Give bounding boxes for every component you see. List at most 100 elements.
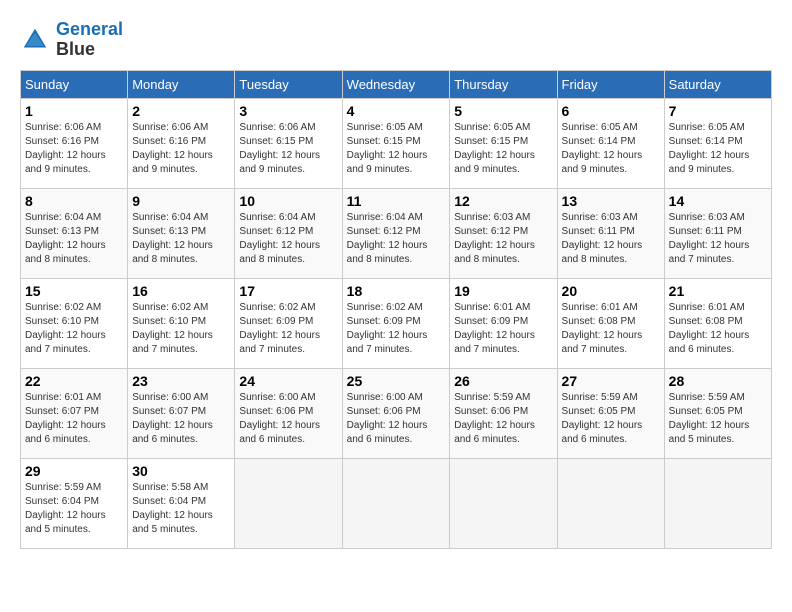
calendar-cell: 15 Sunrise: 6:02 AMSunset: 6:10 PMDayligh… — [21, 278, 128, 368]
day-info: Sunrise: 6:01 AMSunset: 6:07 PMDaylight:… — [25, 392, 106, 445]
calendar-cell: 14 Sunrise: 6:03 AMSunset: 6:11 PMDayligh… — [664, 188, 771, 278]
day-info: Sunrise: 6:02 AMSunset: 6:10 PMDaylight:… — [25, 302, 106, 355]
day-info: Sunrise: 5:59 AMSunset: 6:04 PMDaylight:… — [25, 482, 106, 535]
day-info: Sunrise: 6:01 AMSunset: 6:08 PMDaylight:… — [669, 302, 750, 355]
calendar-cell: 29 Sunrise: 5:59 AMSunset: 6:04 PMDayligh… — [21, 458, 128, 548]
day-number: 12 — [454, 193, 552, 209]
calendar-cell: 11Sunrise: 6:04 AMSunset: 6:12 PMDayligh… — [342, 188, 450, 278]
calendar-cell: 3 Sunrise: 6:06 AMSunset: 6:15 PMDaylight… — [235, 98, 342, 188]
day-number: 19 — [454, 283, 552, 299]
day-number: 1 — [25, 103, 123, 119]
calendar-cell: 10 Sunrise: 6:04 AMSunset: 6:12 PMDayligh… — [235, 188, 342, 278]
day-number: 8 — [25, 193, 123, 209]
calendar-cell: 6 Sunrise: 6:05 AMSunset: 6:14 PMDaylight… — [557, 98, 664, 188]
day-info: Sunrise: 6:06 AMSunset: 6:16 PMDaylight:… — [132, 122, 213, 175]
day-number: 27 — [562, 373, 660, 389]
calendar-cell: 8 Sunrise: 6:04 AMSunset: 6:13 PMDaylight… — [21, 188, 128, 278]
day-number: 15 — [25, 283, 123, 299]
day-info: Sunrise: 5:59 AMSunset: 6:06 PMDaylight:… — [454, 392, 535, 445]
day-number: 2 — [132, 103, 230, 119]
day-number: 24 — [239, 373, 337, 389]
calendar-cell: 2 Sunrise: 6:06 AMSunset: 6:16 PMDaylight… — [128, 98, 235, 188]
calendar-cell: 30 Sunrise: 5:58 AMSunset: 6:04 PMDayligh… — [128, 458, 235, 548]
day-number: 18 — [347, 283, 446, 299]
day-number: 5 — [454, 103, 552, 119]
calendar-cell — [235, 458, 342, 548]
day-number: 10 — [239, 193, 337, 209]
day-info: Sunrise: 6:04 AMSunset: 6:13 PMDaylight:… — [25, 212, 106, 265]
day-number: 25 — [347, 373, 446, 389]
day-number: 28 — [669, 373, 767, 389]
calendar-cell: 5 Sunrise: 6:05 AMSunset: 6:15 PMDaylight… — [450, 98, 557, 188]
calendar-cell: 16 Sunrise: 6:02 AMSunset: 6:10 PMDayligh… — [128, 278, 235, 368]
day-info: Sunrise: 6:05 AMSunset: 6:14 PMDaylight:… — [562, 122, 643, 175]
calendar-cell: 18 Sunrise: 6:02 AMSunset: 6:09 PMDayligh… — [342, 278, 450, 368]
calendar-week-5: 29 Sunrise: 5:59 AMSunset: 6:04 PMDayligh… — [21, 458, 772, 548]
calendar-cell: 20 Sunrise: 6:01 AMSunset: 6:08 PMDayligh… — [557, 278, 664, 368]
day-info: Sunrise: 6:03 AMSunset: 6:12 PMDaylight:… — [454, 212, 535, 265]
calendar-cell: 7 Sunrise: 6:05 AMSunset: 6:14 PMDaylight… — [664, 98, 771, 188]
weekday-header-sunday: Sunday — [21, 70, 128, 98]
day-info: Sunrise: 6:02 AMSunset: 6:09 PMDaylight:… — [347, 302, 428, 355]
day-info: Sunrise: 6:01 AMSunset: 6:09 PMDaylight:… — [454, 302, 535, 355]
calendar-cell: 1 Sunrise: 6:06 AMSunset: 6:16 PMDaylight… — [21, 98, 128, 188]
calendar-cell: 13 Sunrise: 6:03 AMSunset: 6:11 PMDayligh… — [557, 188, 664, 278]
calendar-week-3: 15 Sunrise: 6:02 AMSunset: 6:10 PMDayligh… — [21, 278, 772, 368]
day-info: Sunrise: 6:05 AMSunset: 6:15 PMDaylight:… — [347, 122, 428, 175]
calendar-cell: 28 Sunrise: 5:59 AMSunset: 6:05 PMDayligh… — [664, 368, 771, 458]
day-info: Sunrise: 6:06 AMSunset: 6:16 PMDaylight:… — [25, 122, 106, 175]
logo: GeneralBlue — [20, 20, 123, 60]
calendar-cell — [664, 458, 771, 548]
day-info: Sunrise: 6:06 AMSunset: 6:15 PMDaylight:… — [239, 122, 320, 175]
day-info: Sunrise: 6:01 AMSunset: 6:08 PMDaylight:… — [562, 302, 643, 355]
calendar-cell: 22 Sunrise: 6:01 AMSunset: 6:07 PMDayligh… — [21, 368, 128, 458]
day-info: Sunrise: 6:04 AMSunset: 6:12 PMDaylight:… — [239, 212, 320, 265]
calendar-table: SundayMondayTuesdayWednesdayThursdayFrid… — [20, 70, 772, 549]
day-info: Sunrise: 6:05 AMSunset: 6:14 PMDaylight:… — [669, 122, 750, 175]
day-info: Sunrise: 6:05 AMSunset: 6:15 PMDaylight:… — [454, 122, 535, 175]
day-info: Sunrise: 6:00 AMSunset: 6:07 PMDaylight:… — [132, 392, 213, 445]
day-number: 6 — [562, 103, 660, 119]
day-info: Sunrise: 6:04 AMSunset: 6:13 PMDaylight:… — [132, 212, 213, 265]
calendar-cell: 17Sunrise: 6:02 AMSunset: 6:09 PMDayligh… — [235, 278, 342, 368]
day-number: 29 — [25, 463, 123, 479]
logo-text: GeneralBlue — [56, 20, 123, 60]
calendar-cell: 12 Sunrise: 6:03 AMSunset: 6:12 PMDayligh… — [450, 188, 557, 278]
calendar-cell: 4 Sunrise: 6:05 AMSunset: 6:15 PMDaylight… — [342, 98, 450, 188]
weekday-header-wednesday: Wednesday — [342, 70, 450, 98]
calendar-cell: 21Sunrise: 6:01 AMSunset: 6:08 PMDayligh… — [664, 278, 771, 368]
day-info: Sunrise: 6:03 AMSunset: 6:11 PMDaylight:… — [669, 212, 750, 265]
day-info: Sunrise: 6:00 AMSunset: 6:06 PMDaylight:… — [347, 392, 428, 445]
day-number: 14 — [669, 193, 767, 209]
logo-icon — [20, 25, 50, 55]
day-info: Sunrise: 6:02 AMSunset: 6:10 PMDaylight:… — [132, 302, 213, 355]
day-number: 13 — [562, 193, 660, 209]
day-number: 30 — [132, 463, 230, 479]
day-info: Sunrise: 5:58 AMSunset: 6:04 PMDaylight:… — [132, 482, 213, 535]
calendar-cell — [557, 458, 664, 548]
day-info: Sunrise: 6:04 AMSunset: 6:12 PMDaylight:… — [347, 212, 428, 265]
day-info: Sunrise: 6:00 AMSunset: 6:06 PMDaylight:… — [239, 392, 320, 445]
calendar-cell: 9Sunrise: 6:04 AMSunset: 6:13 PMDaylight… — [128, 188, 235, 278]
day-number: 16 — [132, 283, 230, 299]
day-info: Sunrise: 6:02 AMSunset: 6:09 PMDaylight:… — [239, 302, 320, 355]
day-number: 4 — [347, 103, 446, 119]
weekday-header-tuesday: Tuesday — [235, 70, 342, 98]
day-number: 20 — [562, 283, 660, 299]
calendar-cell: 19 Sunrise: 6:01 AMSunset: 6:09 PMDayligh… — [450, 278, 557, 368]
calendar-week-4: 22 Sunrise: 6:01 AMSunset: 6:07 PMDayligh… — [21, 368, 772, 458]
day-number: 23 — [132, 373, 230, 389]
calendar-week-1: 1 Sunrise: 6:06 AMSunset: 6:16 PMDaylight… — [21, 98, 772, 188]
day-info: Sunrise: 5:59 AMSunset: 6:05 PMDaylight:… — [562, 392, 643, 445]
weekday-header-saturday: Saturday — [664, 70, 771, 98]
day-number: 3 — [239, 103, 337, 119]
calendar-cell: 27 Sunrise: 5:59 AMSunset: 6:05 PMDayligh… — [557, 368, 664, 458]
day-info: Sunrise: 5:59 AMSunset: 6:05 PMDaylight:… — [669, 392, 750, 445]
calendar-cell: 26Sunrise: 5:59 AMSunset: 6:06 PMDayligh… — [450, 368, 557, 458]
calendar-cell: 23 Sunrise: 6:00 AMSunset: 6:07 PMDayligh… — [128, 368, 235, 458]
day-info: Sunrise: 6:03 AMSunset: 6:11 PMDaylight:… — [562, 212, 643, 265]
weekday-header-friday: Friday — [557, 70, 664, 98]
day-number: 7 — [669, 103, 767, 119]
day-number: 22 — [25, 373, 123, 389]
page-header: GeneralBlue — [20, 20, 772, 60]
